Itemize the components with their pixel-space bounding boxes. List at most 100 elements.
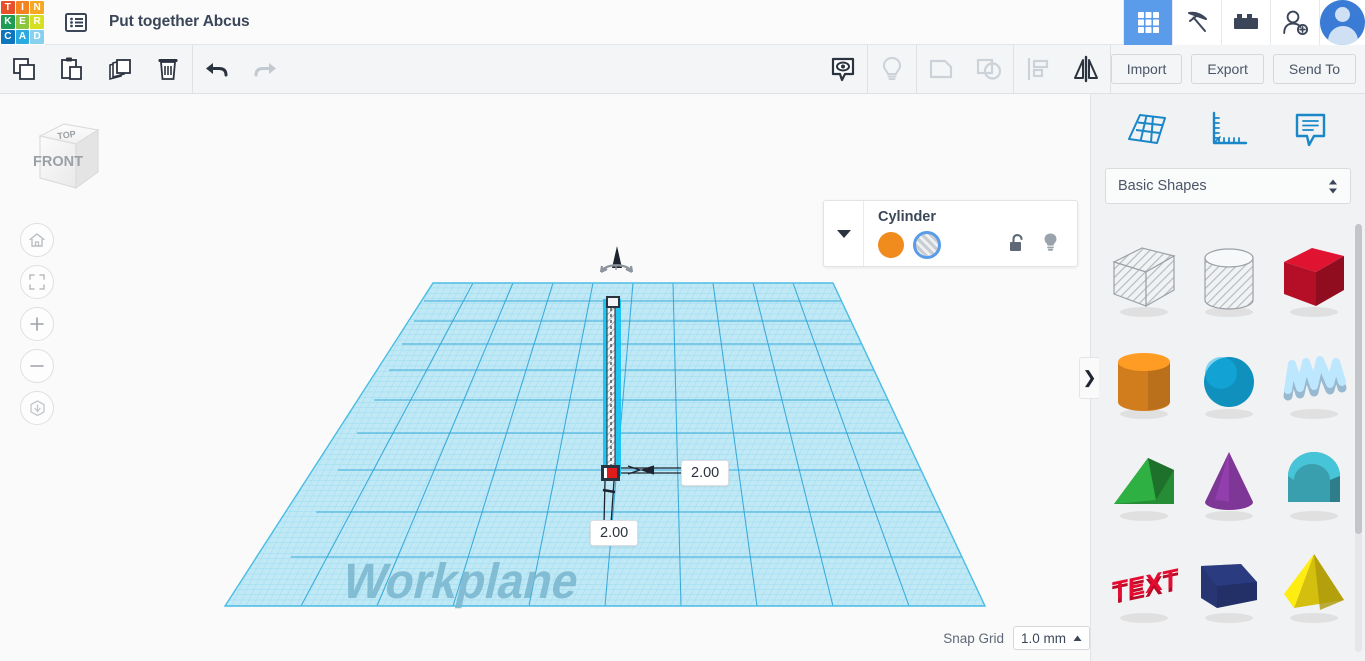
note-eye-icon[interactable]	[819, 45, 867, 94]
green-wedge-shape[interactable]	[1102, 434, 1186, 530]
avatar-image	[1320, 0, 1365, 45]
logo-tile-t: T	[1, 0, 15, 15]
import-button[interactable]: Import	[1110, 54, 1183, 84]
collapse-panel-button[interactable]: ❯	[1079, 357, 1099, 399]
paste-icon[interactable]	[48, 45, 96, 94]
purple-cone-shape[interactable]	[1187, 434, 1271, 530]
gray-partial-shape[interactable]	[1272, 638, 1356, 661]
pink-partial-shape[interactable]	[1102, 638, 1186, 661]
pickaxe-icon[interactable]	[1172, 0, 1221, 45]
add-person-icon[interactable]	[1270, 0, 1319, 45]
snap-grid-select[interactable]: 1.0 mm	[1012, 626, 1090, 650]
object-inspector-panel: Cylinder	[823, 200, 1078, 267]
logo-tile-e: E	[15, 15, 30, 29]
hole-swatch[interactable]	[913, 231, 941, 259]
copy-icon[interactable]	[0, 45, 48, 94]
logo-tile-r: R	[30, 15, 44, 29]
gray-partial-shape-thumbnail	[1272, 644, 1356, 661]
hole-box-shape[interactable]	[1102, 230, 1186, 326]
view-tools-group	[819, 44, 1110, 94]
logo-tile-i: I	[15, 0, 30, 15]
green-wedge-shape-thumbnail	[1113, 458, 1174, 521]
updown-arrows-icon	[1328, 179, 1338, 194]
shape-name-label: Cylinder	[878, 209, 937, 225]
lightbulb-icon[interactable]	[1042, 232, 1059, 258]
inspector-icons	[1009, 232, 1065, 258]
inspector-body: Cylinder	[864, 201, 1077, 266]
dashboard-grid-icon[interactable]	[1123, 0, 1172, 45]
chevron-down-icon[interactable]	[824, 201, 864, 266]
mirror-flip-icon[interactable]	[1062, 45, 1110, 94]
fit-to-view-icon[interactable]	[20, 265, 54, 299]
dimension-label-x[interactable]: 2.00	[681, 460, 730, 486]
yellow-pyramid-shape-thumbnail	[1283, 554, 1344, 623]
zoom-out-icon[interactable]	[20, 349, 54, 383]
brick-block-icon[interactable]	[1221, 0, 1270, 45]
shapes-scrollbar-thumb[interactable]	[1355, 224, 1362, 534]
note-callout-icon[interactable]	[1280, 103, 1340, 155]
inspector-controls-row	[878, 231, 1065, 259]
send-to-button[interactable]: Send To	[1272, 54, 1356, 84]
blue-sphere-shape[interactable]	[1187, 332, 1271, 428]
shape-category-select[interactable]: Basic Shapes	[1105, 168, 1351, 204]
orange-cylinder-shape-thumbnail	[1117, 353, 1170, 419]
lightbulb-icon	[868, 45, 916, 94]
home-view-icon[interactable]	[20, 223, 54, 257]
export-button[interactable]: Export	[1191, 54, 1264, 84]
workplane-label: Workplane	[337, 554, 584, 609]
ruler-icon[interactable]	[1198, 103, 1258, 155]
navy-partial-shape[interactable]	[1187, 638, 1271, 661]
tinkercad-logo[interactable]: TIN KER CAD	[0, 0, 45, 45]
align-icon	[1014, 45, 1062, 94]
scribble-shape[interactable]	[1272, 332, 1356, 428]
pink-partial-shape-thumbnail	[1102, 644, 1186, 661]
red-box-shape[interactable]	[1272, 230, 1356, 326]
panel-tool-icons	[1091, 94, 1365, 164]
app-header: TIN KER CAD Put together Abcus	[0, 0, 1365, 45]
snap-grid-value: 1.0 mm	[1020, 630, 1066, 646]
red-text-shape[interactable]: TEXT TEXT	[1102, 536, 1186, 632]
avatar[interactable]	[1319, 0, 1365, 45]
history-group	[193, 45, 289, 94]
hole-cylinder-shape-thumbnail	[1203, 248, 1254, 317]
logo-tile-d: D	[30, 29, 44, 44]
selected-cylinder-object	[601, 296, 621, 481]
snap-grid-label: Snap Grid	[943, 630, 1004, 646]
shape-category-label: Basic Shapes	[1118, 178, 1207, 194]
purple-cone-shape-thumbnail	[1204, 452, 1253, 521]
teal-roof-shape[interactable]	[1272, 434, 1356, 530]
red-box-shape-thumbnail	[1283, 248, 1344, 317]
page-title: Put together Abcus	[109, 13, 250, 30]
navigation-buttons	[20, 223, 54, 433]
navy-polygon-shape[interactable]	[1187, 536, 1271, 632]
undo-icon[interactable]	[193, 45, 241, 94]
shapes-list: TEXT TEXT	[1091, 219, 1365, 661]
orange-cylinder-shape[interactable]	[1102, 332, 1186, 428]
list-menu-icon[interactable]	[59, 0, 93, 45]
navy-polygon-shape-thumbnail	[1200, 564, 1257, 623]
scribble-shape-thumbnail	[1283, 356, 1346, 419]
delete-trash-icon[interactable]	[144, 45, 192, 94]
red-text-shape-thumbnail: TEXTTEXT	[1112, 562, 1178, 623]
workplane-grid-icon[interactable]	[1116, 103, 1176, 155]
edit-tools-group	[0, 45, 192, 94]
duplicate-icon[interactable]	[96, 45, 144, 94]
zoom-in-icon[interactable]	[20, 307, 54, 341]
teal-roof-shape-thumbnail	[1287, 452, 1340, 521]
view-cube[interactable]: TOP FRONT	[22, 112, 104, 200]
redo-icon	[241, 45, 289, 94]
hole-cylinder-shape[interactable]	[1187, 230, 1271, 326]
header-right-icons	[1123, 0, 1365, 45]
ungroup-icon	[965, 45, 1013, 94]
yellow-pyramid-shape[interactable]	[1272, 536, 1356, 632]
unlock-icon[interactable]	[1009, 233, 1026, 258]
workplane-canvas[interactable]: Workplane TOP FRONT Cylinder 2.00 2.00	[0, 94, 1090, 661]
ortho-perspective-icon[interactable]	[20, 391, 54, 425]
svg-text:FRONT: FRONT	[33, 154, 83, 170]
logo-tile-c: C	[1, 29, 15, 44]
snap-grid-bar: Snap Grid 1.0 mm	[940, 626, 1090, 650]
shapes-scrollbar-track[interactable]	[1355, 224, 1362, 652]
tinkercad-app: TINKERCAD Put together Abcus Import Expo…	[0, 0, 1365, 661]
dimension-label-y[interactable]: 2.00	[590, 520, 639, 546]
solid-color-swatch[interactable]	[878, 232, 904, 258]
